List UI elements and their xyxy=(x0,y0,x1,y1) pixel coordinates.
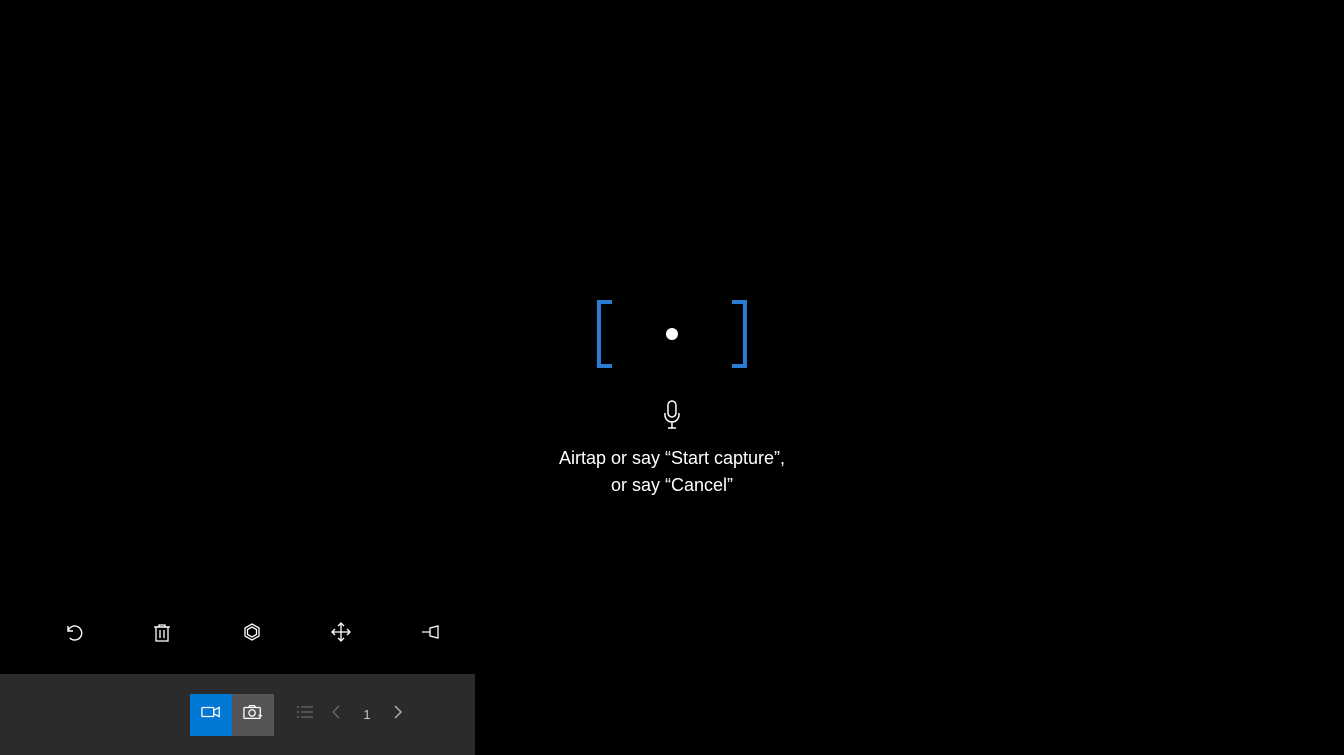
photo-mode-button[interactable] xyxy=(232,694,274,736)
trash-icon xyxy=(152,622,172,647)
next-page-button[interactable] xyxy=(388,703,406,726)
pin-icon xyxy=(420,622,440,647)
delete-button[interactable] xyxy=(117,594,206,674)
bracket-right xyxy=(732,300,747,368)
three-d-button[interactable] xyxy=(207,594,296,674)
capture-reticle xyxy=(597,300,747,368)
bracket-left xyxy=(597,300,612,368)
hexagon-icon xyxy=(242,622,262,647)
chevron-left-icon xyxy=(328,708,346,725)
microphone-icon xyxy=(662,400,682,435)
capture-viewfinder[interactable]: Airtap or say “Start capture”, or say “C… xyxy=(559,300,785,499)
instruction-line-2: or say “Cancel” xyxy=(559,472,785,499)
page-number: 1 xyxy=(360,707,374,722)
video-mode-button[interactable] xyxy=(190,694,232,736)
reticle-dot xyxy=(666,328,678,340)
video-icon xyxy=(201,703,221,726)
instruction-line-1: Airtap or say “Start capture”, xyxy=(559,445,785,472)
capture-instruction: Airtap or say “Start capture”, or say “C… xyxy=(559,445,785,499)
mode-bar: 1 xyxy=(0,674,475,755)
list-button[interactable] xyxy=(296,704,314,725)
tool-row xyxy=(0,594,475,674)
move-icon xyxy=(331,622,351,647)
prev-page-button[interactable] xyxy=(328,703,346,726)
pin-button[interactable] xyxy=(386,594,475,674)
move-button[interactable] xyxy=(296,594,385,674)
chevron-right-icon xyxy=(388,708,406,725)
camera-icon xyxy=(243,703,263,726)
undo-button[interactable] xyxy=(28,594,117,674)
undo-icon xyxy=(63,622,83,647)
